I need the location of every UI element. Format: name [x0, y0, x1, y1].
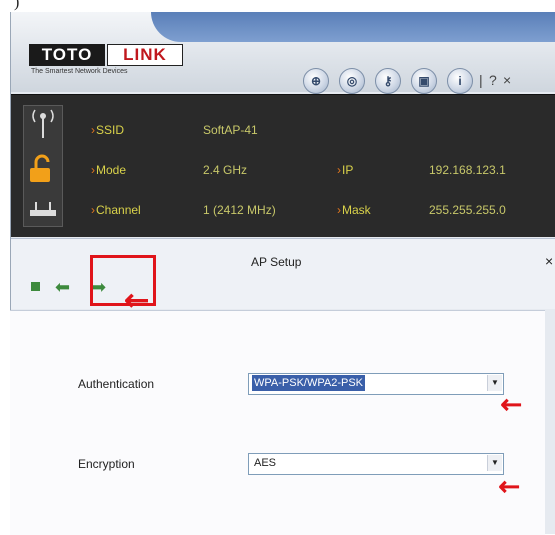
status-panel: ›SSID SoftAP-41 ›Mode 2.4 GHz ›Channel 1…	[11, 94, 555, 237]
ssid-value: SoftAP-41	[203, 123, 258, 137]
close-icon[interactable]: ×	[503, 72, 511, 88]
mode-value: 2.4 GHz	[203, 163, 248, 177]
ip-label: ›IP	[337, 163, 354, 177]
encryption-select[interactable]: AES ▼	[248, 453, 504, 475]
stop-icon[interactable]	[31, 282, 40, 291]
channel-label: ›Channel	[91, 203, 141, 217]
logo-toto: TOTO	[29, 44, 105, 66]
network-icon	[30, 202, 56, 216]
totolink-logo: TOTO LINK The Smartest Network Devices	[25, 42, 185, 78]
back-arrow-icon[interactable]: ⬅	[55, 277, 70, 298]
channel-value: 1 (2412 MHz)	[203, 203, 276, 217]
title-bar-accent	[151, 12, 555, 42]
ip-value: 192.168.123.1	[429, 163, 506, 177]
status-icon-column	[23, 105, 63, 227]
settings-icon[interactable]: ◎	[339, 68, 365, 94]
chevron-down-icon[interactable]: ▼	[487, 455, 502, 471]
help-button[interactable]: ?	[489, 72, 497, 88]
encryption-value: AES	[254, 457, 277, 469]
wps-icon[interactable]: ⊕	[303, 68, 329, 94]
mask-label: ›Mask	[337, 203, 371, 217]
title-bar: TOTO LINK The Smartest Network Devices ⊕…	[11, 12, 555, 94]
logo-tagline: The Smartest Network Devices	[31, 68, 128, 75]
key-icon[interactable]: ⚷	[375, 68, 401, 94]
toolbar-divider: |	[479, 72, 483, 88]
lock-open-icon	[30, 154, 50, 182]
ap-setup-title: AP Setup	[251, 255, 302, 269]
mode-label: ›Mode	[91, 163, 127, 177]
info-icon[interactable]: i	[447, 68, 473, 94]
ssid-label: ›SSID	[91, 123, 125, 137]
antenna-icon	[32, 109, 54, 138]
authentication-select[interactable]: WPA-PSK/WPA2-PSK ▼	[248, 373, 504, 395]
mask-value: 255.255.255.0	[429, 203, 506, 217]
status-icons	[30, 109, 56, 216]
authentication-value: WPA-PSK/WPA2-PSK	[252, 375, 366, 391]
profile-icon[interactable]: ▣	[411, 68, 437, 94]
encryption-label: Encryption	[78, 457, 135, 471]
ap-setup-form: Authentication WPA-PSK/WPA2-PSK ▼ ↖ Encr…	[10, 310, 545, 535]
chevron-down-icon[interactable]: ▼	[487, 375, 502, 391]
ap-setup-close-icon[interactable]: ×	[545, 253, 553, 269]
logo-link: LINK	[107, 44, 183, 66]
authentication-label: Authentication	[78, 377, 155, 391]
